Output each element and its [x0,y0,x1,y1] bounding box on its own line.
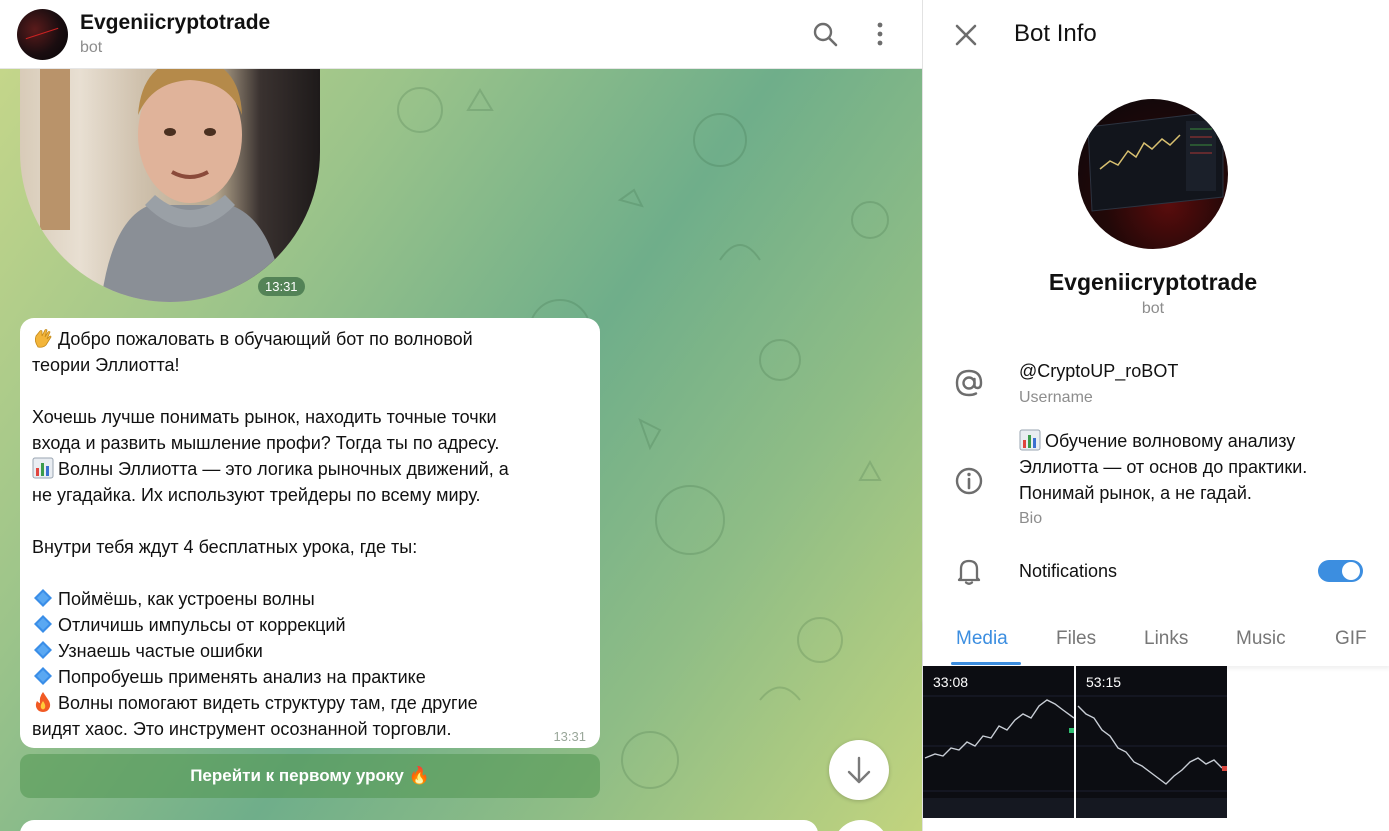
message-bubble: Добро пожаловать в обучающий бот по волн… [20,318,600,748]
arrow-down-icon [847,756,871,784]
blue-diamond-icon [32,587,54,609]
bio-line: Обучение волновому анализу [1019,428,1307,454]
search-icon[interactable] [811,20,839,48]
message-line: Добро пожаловать в обучающий бот по волн… [32,326,588,352]
notifications-toggle[interactable] [1318,560,1363,582]
message-line: теории Эллиотта! [32,355,180,375]
message-line: Попробуешь применять анализ на практике [32,664,588,690]
tab-media[interactable]: Media [956,628,1008,650]
message-line: не угадайка. Их используют трейдеры по в… [32,485,481,505]
message-line: Хочешь лучше понимать рынок, находить то… [32,407,497,427]
username-value[interactable]: @CryptoUP_roBOT [1019,358,1178,384]
waving-hand-icon [32,327,54,349]
bar-chart-icon [32,457,54,479]
message-line: Поймёшь, как устроены волны [32,586,588,612]
message-composer[interactable] [20,820,818,831]
username-label: Username [1019,389,1093,406]
bio-line: Эллиотта — от основ до практики. [1019,457,1308,477]
tab-files[interactable]: Files [1056,628,1096,650]
bot-info-panel: Bot Info Evgeniicryptotrade bot @CryptoU… [922,0,1389,831]
chat-title[interactable]: Evgeniicryptotrade [80,11,270,35]
active-tab-indicator [951,662,1021,665]
media-duration: 53:15 [1086,674,1122,690]
message-line: Волны Эллиотта — это логика рыночных дви… [32,456,588,482]
fire-icon [32,691,54,713]
message-timestamp: 13:31 [553,729,586,744]
tab-music[interactable]: Music [1236,628,1286,650]
trading-screen-thumbnail [1087,110,1224,212]
message-line: Узнаешь частые ошибки [32,638,588,664]
bio-label: Bio [1019,510,1043,527]
message-line: видят хаос. Это инструмент осознанной то… [32,719,452,739]
bot-type: bot [1141,300,1165,317]
message-line: входа и развить мышление профи? Тогда ты… [32,433,500,453]
chat-subtitle: bot [80,39,103,56]
notifications-label: Notifications [1019,561,1118,581]
panel-title: Bot Info [1014,20,1097,47]
chat-avatar[interactable] [17,9,68,60]
shared-media-tabs: Media Files Links Music GIF [923,618,1389,666]
chat-header: Evgeniicryptotrade bot [0,0,922,69]
media-duration: 33:08 [933,674,969,690]
close-icon[interactable] [953,22,979,48]
tab-gif[interactable]: GIF [1335,628,1367,650]
media-item[interactable]: 33:08 [923,666,1074,818]
bio-value: Обучение волновому анализу Эллиотта — от… [1019,428,1307,506]
message-line: Волны помогают видеть структуру там, где… [32,690,588,716]
video-timestamp: 13:31 [258,277,305,296]
message-line: Внутри тебя ждут 4 бесплатных урока, где… [32,537,418,557]
blue-diamond-icon [32,639,54,661]
scroll-down-button[interactable] [829,740,889,800]
tab-links[interactable]: Links [1144,628,1188,650]
at-sign-icon [955,369,983,397]
bot-avatar[interactable] [1078,99,1228,249]
info-circle-icon [955,467,983,495]
first-lesson-button[interactable]: Перейти к первому уроку 🔥 [20,754,600,798]
more-vertical-icon[interactable] [866,20,894,48]
blue-diamond-icon [32,613,54,635]
bot-name: Evgeniicryptotrade [1048,269,1258,295]
message-line: Отличишь импульсы от коррекций [32,612,588,638]
bell-icon [957,559,981,585]
bio-line: Понимай рынок, а не гадай. [1019,483,1252,503]
media-item[interactable]: 53:15 [1076,666,1227,818]
bar-chart-icon [1019,429,1041,451]
blue-diamond-icon [32,665,54,687]
chat-area: Evgeniicryptotrade bot 13:31 Добро пожал… [0,0,922,831]
